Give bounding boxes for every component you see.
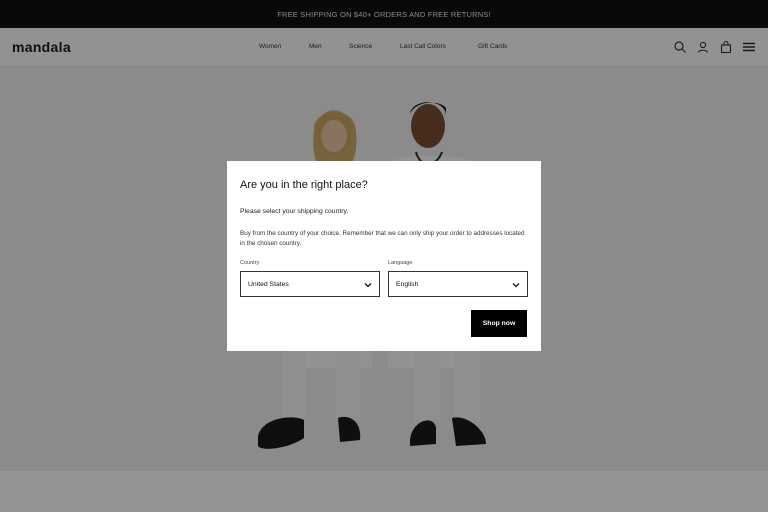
country-selector-modal: Are you in the right place? Please selec… (227, 161, 541, 351)
country-label: Country (240, 260, 260, 266)
chevron-down-icon (363, 280, 373, 290)
modal-title: Are you in the right place? (240, 179, 368, 191)
page: FREE SHIPPING ON $40+ ORDERS AND FREE RE… (0, 0, 768, 512)
country-select-value: United States (248, 281, 289, 288)
modal-description: Buy from the country of your choice. Rem… (240, 230, 525, 247)
chevron-down-icon (511, 280, 521, 290)
language-select[interactable]: English (388, 271, 528, 297)
language-label: Language (388, 260, 413, 266)
modal-subtitle: Please select your shipping country. (240, 208, 349, 215)
country-select[interactable]: United States (240, 271, 380, 297)
language-select-value: English (396, 281, 419, 288)
shop-now-button[interactable]: Shop now (471, 310, 527, 337)
